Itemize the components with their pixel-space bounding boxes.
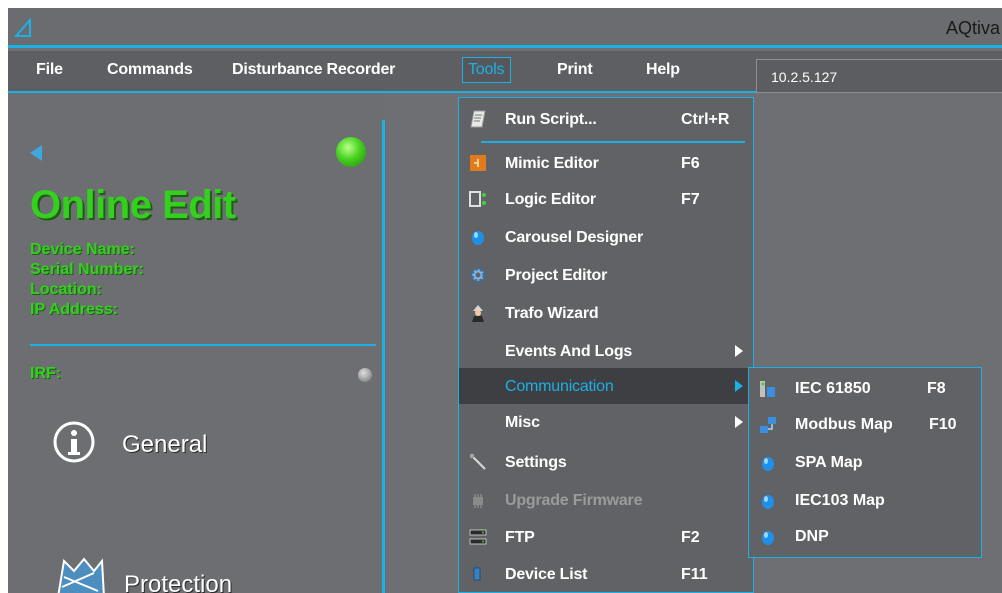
tools-dropdown: Run Script... Ctrl+R Mimic Editor F6 Log…	[458, 97, 754, 593]
menu-item-iec-61850[interactable]: IEC 61850 F8	[749, 370, 981, 408]
script-icon	[470, 110, 486, 128]
irf-label: IRF:	[30, 365, 62, 382]
menu-item-upgrade-firmware[interactable]: Upgrade Firmware	[459, 482, 753, 518]
nav-general[interactable]: General	[122, 431, 207, 459]
wrench-icon	[470, 454, 486, 470]
menu-item-logic-editor[interactable]: Logic Editor F7	[459, 181, 753, 217]
panel-vertical-divider	[382, 120, 385, 593]
menu-item-label: DNP	[795, 528, 829, 545]
menu-item-shortcut: F6	[681, 155, 700, 172]
menu-item-device-list[interactable]: Device List F11	[459, 556, 753, 592]
menu-bar: File Commands Disturbance Recorder Tools…	[8, 51, 1002, 93]
menu-disturbance-recorder[interactable]: Disturbance Recorder	[232, 61, 395, 79]
menu-print[interactable]: Print	[557, 61, 593, 79]
menu-item-label: Settings	[505, 454, 567, 471]
connection-status-icon	[336, 137, 366, 167]
menu-item-communication[interactable]: Communication	[459, 368, 753, 404]
menu-item-shortcut: F2	[681, 529, 700, 546]
app-logo-icon	[14, 18, 31, 37]
menu-item-ftp[interactable]: FTP F2	[459, 519, 753, 555]
menu-item-label: Events And Logs	[505, 343, 633, 360]
menu-item-shortcut: Ctrl+R	[681, 111, 730, 128]
blue-drop-icon	[762, 457, 774, 471]
protection-icon[interactable]	[54, 557, 106, 593]
menu-tools[interactable]: Tools	[462, 57, 512, 83]
location-label: Location:	[30, 281, 102, 298]
menu-item-label: Modbus Map	[795, 416, 893, 433]
menu-item-label: Trafo Wizard	[505, 305, 599, 322]
menu-item-spa-map[interactable]: SPA Map	[749, 444, 981, 482]
submenu-arrow-icon	[735, 416, 743, 428]
menu-item-settings[interactable]: Settings	[459, 444, 753, 480]
wizard-icon	[472, 305, 484, 322]
firmware-icon	[473, 494, 483, 508]
gear-icon	[470, 267, 486, 283]
menu-item-shortcut: F11	[681, 566, 708, 583]
ip-address-field[interactable]: 10.2.5.127	[756, 59, 1002, 93]
irf-status-icon	[358, 368, 372, 382]
menu-item-iec103-map[interactable]: IEC103 Map	[749, 482, 981, 520]
mode-title: Online Edit	[30, 183, 236, 227]
menu-item-label: Logic Editor	[505, 191, 596, 208]
menu-item-shortcut: F10	[929, 416, 957, 433]
menu-item-trafo-wizard[interactable]: Trafo Wizard	[459, 295, 753, 331]
title-bar: AQtiva	[8, 8, 1002, 48]
menu-divider	[481, 141, 745, 143]
device-panel: Online Edit Device Name: Serial Number: …	[8, 95, 382, 593]
menu-item-label: IEC 61850	[795, 380, 871, 397]
mimic-editor-icon	[470, 155, 486, 171]
menu-item-label: Project Editor	[505, 267, 608, 284]
menu-item-label: Mimic Editor	[505, 155, 599, 172]
menu-file[interactable]: File	[36, 61, 63, 79]
menu-item-label: Misc	[505, 414, 540, 431]
menu-commands[interactable]: Commands	[107, 61, 193, 79]
logic-editor-icon	[469, 191, 486, 207]
menu-item-label: Run Script...	[505, 111, 597, 128]
menu-item-label: Upgrade Firmware	[505, 492, 643, 509]
menu-item-shortcut: F8	[927, 380, 946, 397]
window-title: AQtiva	[945, 18, 1000, 38]
menu-item-label: SPA Map	[795, 454, 863, 471]
submenu-arrow-icon	[735, 380, 743, 392]
device-name-label: Device Name:	[30, 241, 135, 258]
communication-submenu: IEC 61850 F8 Modbus Map F10 SPA Map IEC1…	[748, 367, 982, 558]
nav-protection[interactable]: Protection	[124, 571, 232, 593]
menu-item-project-editor[interactable]: Project Editor	[459, 257, 753, 293]
menu-item-label: FTP	[505, 529, 535, 546]
device-list-icon	[473, 567, 481, 581]
menu-item-run-script[interactable]: Run Script... Ctrl+R	[459, 101, 753, 137]
info-icon[interactable]	[52, 420, 96, 464]
menu-item-dnp[interactable]: DNP	[749, 518, 981, 556]
ftp-icon	[469, 529, 487, 545]
menu-item-label: IEC103 Map	[795, 492, 885, 509]
menu-item-label: Communication	[505, 378, 614, 395]
app-window: AQtiva File Commands Disturbance Recorde…	[8, 8, 1002, 593]
blue-drop-icon	[762, 495, 774, 509]
menu-item-misc[interactable]: Misc	[459, 404, 753, 440]
menu-item-label: Carousel Designer	[505, 229, 643, 246]
menu-item-events-and-logs[interactable]: Events And Logs	[459, 333, 753, 369]
serial-number-label: Serial Number:	[30, 261, 144, 278]
back-arrow-icon[interactable]	[30, 145, 42, 161]
iec61850-icon	[760, 381, 775, 397]
panel-divider	[30, 344, 376, 346]
menu-item-label: Device List	[505, 566, 588, 583]
menu-item-modbus-map[interactable]: Modbus Map F10	[749, 406, 981, 444]
ip-address-label: IP Address:	[30, 301, 119, 318]
blue-drop-icon	[472, 231, 484, 245]
menu-item-carousel-designer[interactable]: Carousel Designer	[459, 219, 753, 255]
blue-drop-icon	[762, 531, 774, 545]
menu-item-shortcut: F7	[681, 191, 700, 208]
menu-help[interactable]: Help	[646, 61, 680, 79]
modbus-icon	[760, 417, 776, 433]
submenu-arrow-icon	[735, 345, 743, 357]
menu-item-mimic-editor[interactable]: Mimic Editor F6	[459, 145, 753, 181]
